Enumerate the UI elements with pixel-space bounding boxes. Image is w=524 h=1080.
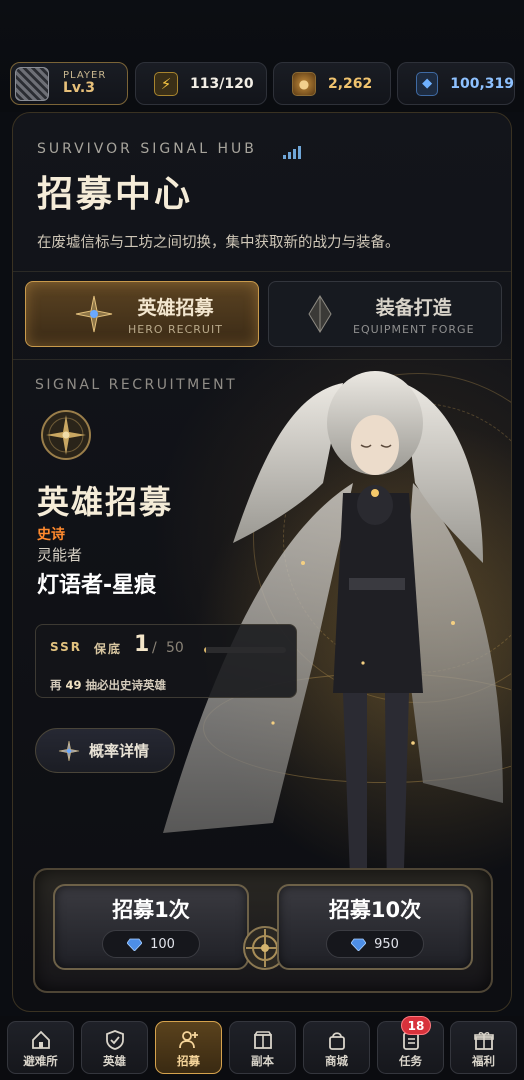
recruit-once-label: 招募1次 — [112, 898, 190, 922]
hero-class: 灵能者 — [37, 546, 83, 564]
cost-value: 950 — [374, 936, 399, 952]
top-bar: PLAYER Lv.3 ⚡ 113/120 ● 2,262 ◆ 100,319 — [0, 0, 524, 112]
home-icon — [31, 1030, 50, 1049]
energy-value: 113/120 — [190, 75, 254, 92]
recruit-once-button[interactable]: 招募1次 100 — [53, 884, 249, 970]
shield-icon — [105, 1030, 124, 1050]
player-profile-button[interactable]: PLAYER Lv.3 — [10, 62, 128, 105]
rarity-label: 史诗 — [37, 527, 65, 543]
odds-label: 概率详情 — [89, 742, 150, 760]
compass-star-icon — [75, 295, 113, 333]
nav-item-tasks[interactable]: 18 任务 — [377, 1016, 444, 1074]
energy-counter[interactable]: ⚡ 113/120 — [135, 62, 267, 105]
gold-value: 2,262 — [328, 75, 373, 92]
nav-label: 任务 — [399, 1054, 422, 1068]
gem-icon — [351, 938, 367, 951]
tab-equipment-forge[interactable]: 装备打造 EQUIPMENT FORGE — [268, 281, 502, 347]
coin-icon: ● — [292, 71, 316, 96]
pity-counter: SSR 保底 1 / 50 再 49 抽必出史诗英雄 — [35, 624, 297, 698]
divider — [13, 359, 511, 360]
hero-name: 灯语者-星痕 — [37, 573, 157, 598]
nav-label: 避难所 — [23, 1054, 58, 1068]
player-level: Lv.3 — [63, 80, 95, 97]
gem-icon — [127, 938, 143, 951]
pity-rank: SSR — [50, 640, 82, 654]
pity-label: 保底 — [94, 642, 123, 656]
recruit-ten-button[interactable]: 招募10次 950 — [277, 884, 473, 970]
shopping-bag-icon — [328, 1032, 345, 1050]
compass-emblem-icon — [41, 410, 91, 460]
nav-label: 招募 — [177, 1054, 200, 1068]
nav-item-recruit[interactable]: 招募 — [155, 1021, 222, 1074]
nav-label: 福利 — [472, 1054, 495, 1068]
tab-label-en: HERO RECRUIT — [128, 322, 223, 336]
pity-note: 再 49 抽必出史诗英雄 — [50, 677, 166, 693]
nav-item-heroes[interactable]: 英雄 — [81, 1021, 148, 1074]
tab-label-en: EQUIPMENT FORGE — [353, 322, 475, 336]
tab-label: 英雄招募 — [137, 296, 214, 319]
add-user-icon — [178, 1031, 198, 1049]
gold-counter[interactable]: ● 2,262 — [273, 62, 391, 105]
cost-value: 100 — [150, 936, 175, 952]
pity-slash: / — [152, 640, 157, 656]
nav-label: 英雄 — [103, 1054, 126, 1068]
gem-value: 100,319 — [450, 75, 514, 92]
pity-progress-fill — [204, 647, 206, 653]
signal-icon — [283, 145, 305, 159]
crystal-icon — [308, 295, 332, 333]
gem-icon: ◆ — [416, 71, 439, 96]
recruit-ten-cost: 950 — [326, 930, 424, 958]
tab-label: 装备打造 — [375, 296, 452, 319]
pity-progress-bar — [204, 647, 286, 653]
lightning-icon: ⚡ — [154, 71, 178, 96]
recruit-console: 招募1次 100 招募10次 950 — [33, 868, 493, 993]
hub-title-en: SURVIVOR SIGNAL HUB — [37, 141, 257, 157]
bottom-nav: 避难所 英雄 招募 副本 商城 18 任务 福利 — [0, 1016, 524, 1080]
gem-counter[interactable]: ◆ 100,319 — [397, 62, 515, 105]
pity-note-suffix: 抽必出史诗英雄 — [85, 678, 167, 692]
recruit-ten-label: 招募10次 — [328, 898, 422, 922]
gift-icon — [473, 1032, 494, 1050]
pity-total: 50 — [166, 640, 184, 656]
nav-item-shop[interactable]: 商城 — [303, 1021, 370, 1074]
nav-item-rewards[interactable]: 福利 — [450, 1021, 517, 1074]
odds-details-button[interactable]: 概率详情 — [35, 728, 175, 773]
page-subtitle: 在废墟信标与工坊之间切换，集中获取新的战力与装备。 — [37, 235, 400, 251]
pity-current: 1 — [134, 632, 150, 657]
page-title: 招募中心 — [37, 174, 194, 215]
tab-hero-recruit[interactable]: 英雄招募 HERO RECRUIT — [25, 281, 259, 347]
nav-item-shelter[interactable]: 避难所 — [7, 1021, 74, 1074]
divider — [13, 271, 511, 272]
avatar — [15, 66, 49, 101]
recruit-once-cost: 100 — [102, 930, 200, 958]
nav-label: 副本 — [251, 1054, 274, 1068]
star-compass-icon — [58, 740, 80, 761]
nav-item-dungeon[interactable]: 副本 — [229, 1021, 296, 1074]
pity-note-count: 49 — [65, 678, 82, 692]
recruit-panel: SURVIVOR SIGNAL HUB 招募中心 在废墟信标与工坊之间切换，集中… — [12, 112, 512, 1012]
pity-note-prefix: 再 — [50, 678, 62, 692]
nav-label: 商城 — [325, 1054, 348, 1068]
gate-icon — [253, 1031, 272, 1049]
notification-badge: 18 — [401, 1016, 431, 1035]
